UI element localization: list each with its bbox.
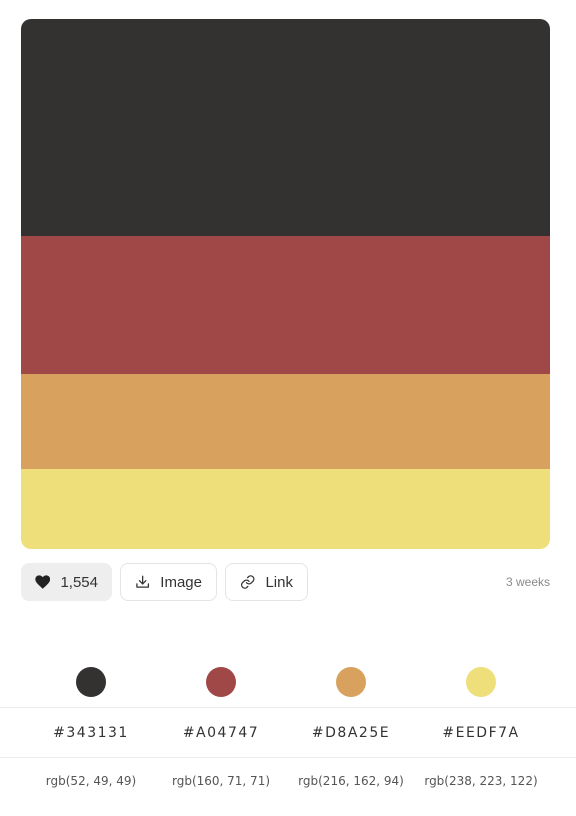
swatch-row <box>0 666 576 698</box>
download-icon <box>136 575 150 588</box>
swatch-dot-3[interactable] <box>336 667 366 697</box>
divider <box>0 757 576 758</box>
color-band-1[interactable] <box>21 19 550 236</box>
rgb-value-2[interactable]: rgb(160, 71, 71) <box>172 774 270 788</box>
hex-code-2[interactable]: #A04747 <box>183 725 259 741</box>
swatch-dot-1[interactable] <box>76 667 106 697</box>
color-band-2[interactable] <box>21 236 550 374</box>
hex-code-3[interactable]: #D8A25E <box>312 725 390 741</box>
hex-row: #343131 #A04747 #D8A25E #EEDF7A <box>0 722 576 744</box>
heart-icon <box>35 575 51 589</box>
color-band-4[interactable] <box>21 469 550 549</box>
like-count: 1,554 <box>60 573 98 591</box>
swatch-dot-2[interactable] <box>206 667 236 697</box>
palette-age: 3 weeks <box>505 575 550 589</box>
rgb-row: rgb(52, 49, 49) rgb(160, 71, 71) rgb(216… <box>0 772 576 790</box>
like-button[interactable]: 1,554 <box>21 563 112 601</box>
palette-actions: 1,554 Image Link 3 weeks <box>21 563 550 601</box>
color-band-3[interactable] <box>21 374 550 469</box>
rgb-value-4[interactable]: rgb(238, 223, 122) <box>424 774 537 788</box>
swatch-dot-4[interactable] <box>466 667 496 697</box>
hex-code-4[interactable]: #EEDF7A <box>442 725 519 741</box>
copy-link-button[interactable]: Link <box>225 563 308 601</box>
rgb-value-1[interactable]: rgb(52, 49, 49) <box>46 774 136 788</box>
divider <box>0 707 576 708</box>
download-image-button[interactable]: Image <box>120 563 217 601</box>
hex-code-1[interactable]: #343131 <box>53 725 129 741</box>
link-label: Link <box>265 573 293 591</box>
image-label: Image <box>160 573 202 591</box>
palette-preview[interactable] <box>21 19 550 549</box>
rgb-value-3[interactable]: rgb(216, 162, 94) <box>298 774 404 788</box>
link-icon <box>241 575 255 589</box>
